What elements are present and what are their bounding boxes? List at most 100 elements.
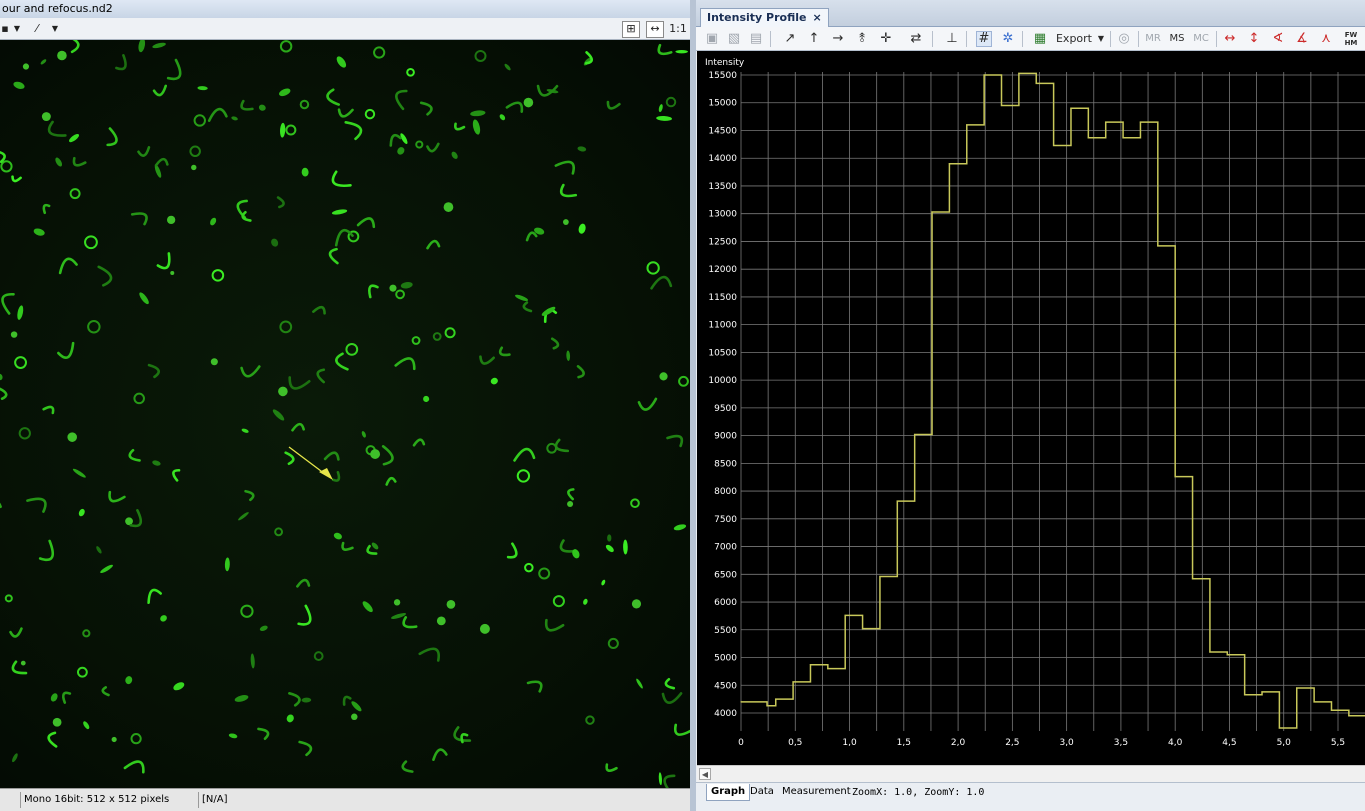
x-axis-ticks: 0 0,5 1,0 1,5 2,0 2,5 3,0 3,5 4,0 4,5 5,0 5,5 — [738, 738, 1345, 748]
y-tick-label: 4000 — [714, 709, 737, 719]
x-tick-label: 0 — [738, 738, 744, 748]
intensity-chart-svg: 4000 4500 5000 5500 6000 6500 7000 7500 8000 8500… — [705, 58, 1365, 748]
mr-button[interactable]: MR — [1144, 31, 1162, 47]
cross-line-icon[interactable]: ✛ — [878, 31, 894, 47]
data-point — [948, 163, 951, 165]
y-axis-ticks: 4000 4500 5000 5500 6000 6500 7000 7500 8000 8500… — [708, 71, 737, 719]
data-point — [1053, 144, 1055, 147]
axis-icon[interactable]: ⊥ — [944, 31, 960, 47]
data-point — [1018, 72, 1020, 74]
y-tick-label: 13000 — [708, 210, 737, 220]
line-horizontal-icon[interactable]: → — [830, 31, 846, 47]
y-tick-label: 11500 — [708, 293, 737, 303]
zoom-1-1-button[interactable]: 1:1 — [668, 21, 688, 36]
chevron-down-icon[interactable]: ▼ — [1096, 31, 1106, 47]
x-tick-label: 1,0 — [842, 738, 857, 748]
data-point — [1174, 476, 1176, 478]
microscopy-image[interactable] — [0, 40, 690, 788]
bottom-tab-bar: Graph Data Measurement ZoomX: 1.0, ZoomY… — [696, 782, 1365, 811]
layers-icon[interactable]: ▤ — [748, 31, 764, 47]
data-point — [1313, 701, 1315, 703]
y-tick-label: 4500 — [714, 681, 737, 691]
zoom-readout: ZoomX: 1.0, ZoomY: 1.0 — [852, 787, 985, 798]
y-tick-label: 15000 — [708, 99, 737, 109]
y-tick-label: 12500 — [708, 237, 737, 247]
data-point — [1105, 121, 1107, 123]
y-tick-label: 10000 — [708, 376, 737, 386]
image-window-title: our and refocus.nd2 — [0, 0, 690, 18]
image-icon[interactable]: ▧ — [726, 31, 742, 47]
data-point — [861, 628, 864, 630]
chevron-down-icon[interactable]: ▼ — [50, 21, 60, 36]
data-point — [775, 698, 777, 700]
data-point — [896, 500, 898, 502]
data-point — [1122, 137, 1124, 139]
image-info: Mono 16bit: 512 x 512 pixels — [20, 792, 198, 808]
swap-icon[interactable]: ⇄ — [908, 31, 924, 47]
measure-horizontal-icon[interactable]: ↔ — [1222, 31, 1238, 47]
grid-icon[interactable]: # — [976, 31, 992, 47]
curve-icon[interactable]: ⁄ — [28, 21, 46, 36]
data-point — [792, 681, 794, 683]
x-tick-label: 3,5 — [1114, 738, 1128, 748]
ms-button[interactable]: MS — [1168, 31, 1186, 47]
x-tick-label: 4,5 — [1222, 738, 1236, 748]
line-diagonal-icon[interactable]: ↗ — [782, 31, 798, 47]
fwhm-button[interactable]: FW HM — [1340, 31, 1362, 47]
chevron-down-icon[interactable]: ▼ — [12, 21, 22, 36]
x-tick-label: 2,5 — [1005, 738, 1019, 748]
y-tick-label: 10500 — [708, 348, 737, 358]
tab-label: Intensity Profile — [707, 11, 807, 24]
tab-graph[interactable]: Graph — [706, 784, 751, 801]
polyline-icon[interactable]: ⥉ — [854, 31, 870, 47]
image-window: our and refocus.nd2 ▪ ▼ ⁄ ▼ ⊞ ↔ 1:1 Mono… — [0, 0, 690, 811]
tab-measurement[interactable]: Measurement — [778, 784, 855, 800]
chart-grid — [740, 72, 1365, 731]
data-point — [1296, 687, 1298, 689]
tab-data[interactable]: Data — [746, 784, 778, 800]
measure-vertical-icon[interactable]: ↕ — [1246, 31, 1262, 47]
profile-line[interactable] — [288, 446, 326, 475]
measure-angle-alt-icon[interactable]: ∡ — [1294, 31, 1310, 47]
x-tick-label: 3,0 — [1059, 738, 1074, 748]
y-tick-label: 8000 — [714, 487, 737, 497]
scroll-left-icon[interactable]: ◀ — [699, 768, 711, 780]
x-tick-label: 0,5 — [788, 738, 802, 748]
intensity-chart[interactable]: 4000 4500 5000 5500 6000 6500 7000 7500 8000 8500… — [697, 51, 1365, 765]
export-icon[interactable]: ▦ — [1032, 31, 1048, 47]
gear-icon[interactable]: ✲ — [1000, 31, 1016, 47]
y-tick-label: 8500 — [714, 459, 737, 469]
x-tick-label: 5,5 — [1331, 738, 1345, 748]
image-toolbar: ▪ ▼ ⁄ ▼ ⊞ ↔ 1:1 — [0, 18, 690, 40]
y-axis-label: Intensity — [705, 58, 745, 68]
measure-angle-icon[interactable]: ∢ — [1270, 31, 1286, 47]
y-tick-label: 9500 — [714, 404, 737, 414]
disk-icon[interactable]: ◎ — [1116, 31, 1132, 47]
copy-icon[interactable]: ▣ — [704, 31, 720, 47]
fit-to-window-icon[interactable]: ⊞ — [622, 21, 640, 38]
peak-icon[interactable]: ⋏ — [1318, 31, 1334, 47]
lut-icon[interactable]: ▪ — [0, 21, 10, 36]
x-tick-label: 5,0 — [1277, 738, 1292, 748]
data-point — [1226, 654, 1228, 656]
y-tick-label: 6500 — [714, 570, 737, 580]
x-tick-label: 1,5 — [897, 738, 911, 748]
y-tick-label: 13500 — [708, 182, 737, 192]
data-point — [1070, 107, 1072, 109]
data-point — [983, 74, 985, 76]
line-vertical-icon[interactable]: ↑ — [806, 31, 822, 47]
horizontal-scrollbar[interactable]: ◀ — [697, 765, 1365, 782]
profile-line-arrow[interactable] — [0, 40, 690, 788]
tab-intensity-profile[interactable]: Intensity Profile × — [700, 8, 829, 27]
close-icon[interactable]: × — [812, 11, 821, 24]
data-point — [1278, 727, 1280, 729]
y-tick-label: 5500 — [714, 626, 737, 636]
export-button[interactable]: Export — [1052, 31, 1096, 47]
y-tick-label: 5000 — [714, 654, 737, 664]
mc-button[interactable]: MC — [1192, 31, 1210, 47]
data-point — [1330, 709, 1333, 711]
fit-width-icon[interactable]: ↔ — [646, 21, 664, 38]
data-point — [1261, 691, 1263, 693]
data-point — [966, 124, 968, 126]
pixel-value: [N/A] — [198, 792, 318, 808]
